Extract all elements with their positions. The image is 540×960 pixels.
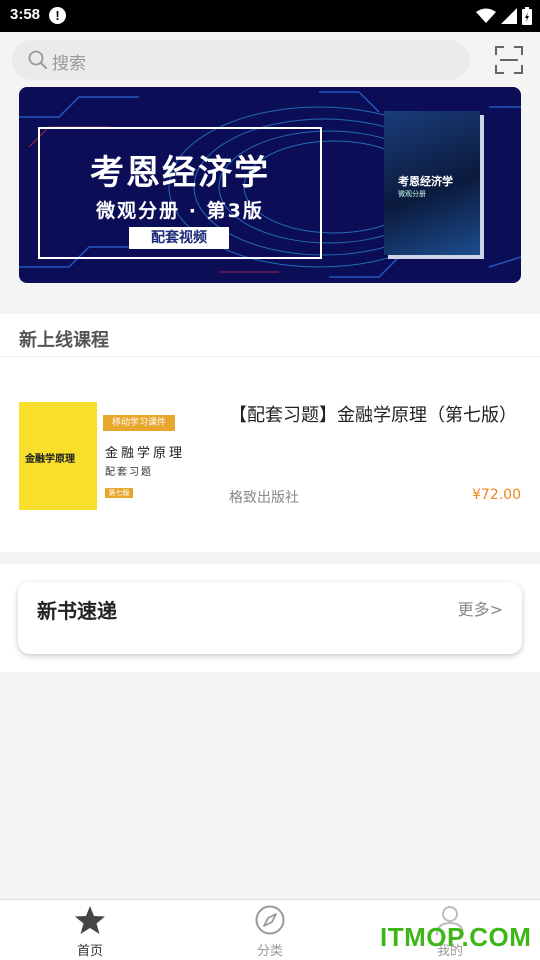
compass-icon [255,905,285,935]
section-title: 新上线课程 [19,330,109,351]
nav-label-home: 首页 [76,944,103,959]
course-cover: 金融学原理 移动学习课件 金融学原理 配套习题 第七版 [19,402,197,510]
banner-book-cover: 考恩经济学 微观分册 [384,111,480,255]
promo-banner[interactable]: 考恩经济学 微观分册 · 第3版 配套视频 考恩经济学 微观分册 [19,87,521,283]
star-icon [75,906,105,934]
battery-icon [522,7,532,25]
nav-category[interactable]: 分类 [180,900,360,960]
new-books-card: 新书速递 更多> [18,582,522,654]
section-divider [0,356,540,357]
banner-book-title: 考恩经济学 [398,175,453,188]
signal-icon [501,8,517,24]
cover-subtitle: 配套习题 [105,467,153,478]
nav-home[interactable]: 首页 [0,900,180,960]
banner-badge: 配套视频 [129,227,229,249]
cover-title: 金融学原理 [105,446,186,461]
more-link[interactable]: 更多> [458,596,503,620]
cover-edition: 第七版 [105,488,133,498]
cover-book: 金融学原理 [19,402,97,510]
course-price: ¥72.00 [472,487,521,503]
search-header: 搜索 [0,32,540,88]
nav-label-category: 分类 [256,944,283,959]
cover-spine-title: 金融学原理 [25,454,75,465]
banner-subtitle: 微观分册 · 第3版 [96,200,264,222]
cover-tag: 移动学习课件 [103,415,175,431]
banner-title: 考恩经济学 [90,153,270,193]
search-bar[interactable]: 搜索 [12,40,470,80]
banner-title-box: 考恩经济学 微观分册 · 第3版 配套视频 [38,127,322,259]
search-placeholder: 搜索 [52,54,86,74]
new-courses-section: 新上线课程 金融学原理 移动学习课件 金融学原理 配套习题 第七版 【配套习题】… [0,314,540,552]
watermark-logo: ITMOP.COM [380,922,532,952]
alert-icon: ! [49,7,66,24]
scan-icon[interactable] [494,45,524,75]
wifi-icon [476,8,496,23]
new-books-title: 新书速递 [37,599,117,623]
course-title[interactable]: 【配套习题】金融学原理（第七版） [229,402,519,430]
search-icon [28,50,47,69]
system-icons [476,5,532,27]
banner-book-subtitle: 微观分册 [398,190,426,198]
course-publisher: 格致出版社 [229,490,299,506]
status-bar: 3:58 ! [0,0,540,32]
status-time: 3:58 [10,6,41,23]
